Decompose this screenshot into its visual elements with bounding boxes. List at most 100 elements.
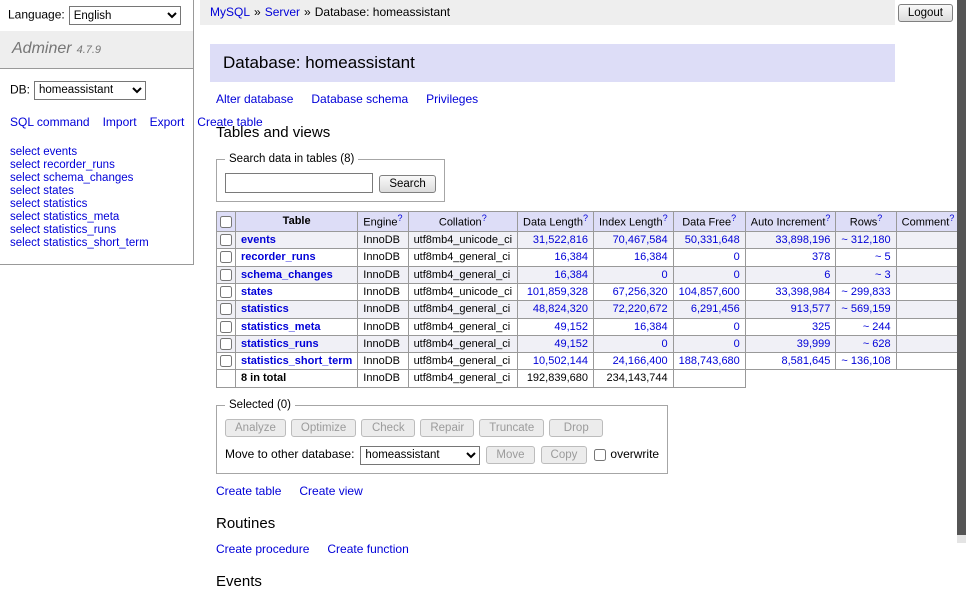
move-button[interactable]: Move	[486, 446, 534, 464]
doc-question-link[interactable]: ?	[731, 213, 736, 223]
sidebar-action-link[interactable]: Import	[103, 115, 137, 129]
create-link[interactable]: Create view	[299, 484, 362, 500]
auto-increment-link[interactable]: 8,581,645	[781, 355, 830, 367]
sidebar-table-link[interactable]: select states	[10, 185, 183, 198]
bulk-action-button[interactable]: Check	[361, 419, 415, 437]
data-free-link[interactable]: 104,857,600	[679, 286, 740, 298]
index-length-link[interactable]: 0	[662, 269, 668, 281]
overwrite-option[interactable]: overwrite	[593, 447, 659, 463]
routine-link[interactable]: Create procedure	[216, 542, 309, 558]
sidebar-table-link[interactable]: select statistics_short_term	[10, 237, 183, 250]
table-link[interactable]: schema_changes	[241, 269, 333, 281]
index-length-link[interactable]: 16,384	[634, 321, 668, 333]
sidebar-action-link[interactable]: SQL command	[10, 115, 90, 129]
vertical-scrollbar[interactable]	[957, 0, 966, 543]
table-link[interactable]: events	[241, 234, 276, 246]
row-checkbox[interactable]	[220, 338, 232, 350]
row-checkbox[interactable]	[220, 251, 232, 263]
auto-increment-link[interactable]: 378	[812, 251, 830, 263]
sidebar-table-link[interactable]: select statistics_runs	[10, 224, 183, 237]
select-all-checkbox[interactable]	[220, 216, 232, 228]
row-checkbox[interactable]	[220, 269, 232, 281]
table-link[interactable]: recorder_runs	[241, 251, 316, 263]
sidebar-table-link[interactable]: select events	[10, 146, 183, 159]
search-input[interactable]	[225, 173, 373, 193]
data-length-link[interactable]: 49,152	[554, 321, 588, 333]
auto-increment-link[interactable]: 325	[812, 321, 830, 333]
row-checkbox[interactable]	[220, 234, 232, 246]
data-free-link[interactable]: 50,331,648	[685, 234, 740, 246]
table-link[interactable]: statistics_short_term	[241, 355, 352, 367]
rows-count-link[interactable]: ~ 3	[875, 269, 891, 281]
table-link[interactable]: statistics_runs	[241, 338, 319, 350]
data-free-link[interactable]: 0	[734, 269, 740, 281]
row-checkbox[interactable]	[220, 286, 232, 298]
sidebar-table-link[interactable]: select recorder_runs	[10, 159, 183, 172]
data-free-link[interactable]: 188,743,680	[679, 355, 740, 367]
sidebar-table-link[interactable]: select statistics_meta	[10, 211, 183, 224]
data-length-link[interactable]: 101,859,328	[527, 286, 588, 298]
data-free-link[interactable]: 0	[734, 321, 740, 333]
index-length-link[interactable]: 67,256,320	[613, 286, 668, 298]
auto-increment-link[interactable]: 33,398,984	[775, 286, 830, 298]
data-length-link[interactable]: 31,522,816	[533, 234, 588, 246]
rows-count-link[interactable]: ~ 628	[863, 338, 891, 350]
database-action-link[interactable]: Database schema	[311, 92, 408, 108]
table-link[interactable]: statistics_meta	[241, 321, 321, 333]
sidebar-table-link[interactable]: select schema_changes	[10, 172, 183, 185]
row-checkbox[interactable]	[220, 355, 232, 367]
index-length-link[interactable]: 24,166,400	[613, 355, 668, 367]
rows-count-link[interactable]: ~ 569,159	[841, 303, 890, 315]
auto-increment-link[interactable]: 39,999	[797, 338, 831, 350]
db-select[interactable]: homeassistant	[34, 81, 146, 100]
data-free-link[interactable]: 0	[734, 251, 740, 263]
index-length-link[interactable]: 72,220,672	[613, 303, 668, 315]
index-length-link[interactable]: 70,467,584	[613, 234, 668, 246]
doc-question-link[interactable]: ?	[398, 213, 403, 223]
auto-increment-link[interactable]: 913,577	[791, 303, 831, 315]
index-length-link[interactable]: 0	[662, 338, 668, 350]
search-button[interactable]: Search	[379, 175, 435, 193]
index-length-link[interactable]: 16,384	[634, 251, 668, 263]
row-checkbox[interactable]	[220, 303, 232, 315]
data-length-link[interactable]: 10,502,144	[533, 355, 588, 367]
data-length-link[interactable]: 49,152	[554, 338, 588, 350]
bulk-action-button[interactable]: Repair	[420, 419, 474, 437]
create-link[interactable]: Create table	[216, 484, 281, 500]
sidebar-action-link[interactable]: Export	[150, 115, 185, 129]
data-free-link[interactable]: 6,291,456	[691, 303, 740, 315]
rows-count-link[interactable]: ~ 5	[875, 251, 891, 263]
rows-count-link[interactable]: ~ 299,833	[841, 286, 890, 298]
data-length-link[interactable]: 16,384	[554, 251, 588, 263]
rows-count-link[interactable]: ~ 244	[863, 321, 891, 333]
move-db-select[interactable]: homeassistant	[360, 446, 480, 465]
table-link[interactable]: statistics	[241, 303, 289, 315]
bulk-action-button[interactable]: Drop	[549, 419, 603, 437]
auto-increment-link[interactable]: 33,898,196	[775, 234, 830, 246]
bulk-action-button[interactable]: Truncate	[479, 419, 544, 437]
breadcrumb-server-link[interactable]: Server	[265, 5, 300, 19]
bulk-action-button[interactable]: Optimize	[291, 419, 356, 437]
sidebar-table-link[interactable]: select statistics	[10, 198, 183, 211]
overwrite-checkbox[interactable]	[594, 449, 606, 461]
doc-question-link[interactable]: ?	[482, 213, 487, 223]
doc-question-link[interactable]: ?	[949, 213, 954, 223]
breadcrumb-mysql-link[interactable]: MySQL	[210, 5, 250, 19]
data-length-link[interactable]: 48,824,320	[533, 303, 588, 315]
rows-count-link[interactable]: ~ 136,108	[841, 355, 890, 367]
data-free-link[interactable]: 0	[734, 338, 740, 350]
doc-question-link[interactable]: ?	[583, 213, 588, 223]
doc-question-link[interactable]: ?	[825, 213, 830, 223]
database-action-link[interactable]: Alter database	[216, 92, 293, 108]
language-select[interactable]: English	[69, 6, 181, 25]
doc-question-link[interactable]: ?	[663, 213, 668, 223]
database-action-link[interactable]: Privileges	[426, 92, 478, 108]
auto-increment-link[interactable]: 6	[824, 269, 830, 281]
rows-count-link[interactable]: ~ 312,180	[841, 234, 890, 246]
copy-button[interactable]: Copy	[541, 446, 588, 464]
doc-question-link[interactable]: ?	[877, 213, 882, 223]
row-checkbox[interactable]	[220, 321, 232, 333]
table-link[interactable]: states	[241, 286, 273, 298]
bulk-action-button[interactable]: Analyze	[225, 419, 286, 437]
scrollbar-thumb[interactable]	[957, 0, 966, 535]
